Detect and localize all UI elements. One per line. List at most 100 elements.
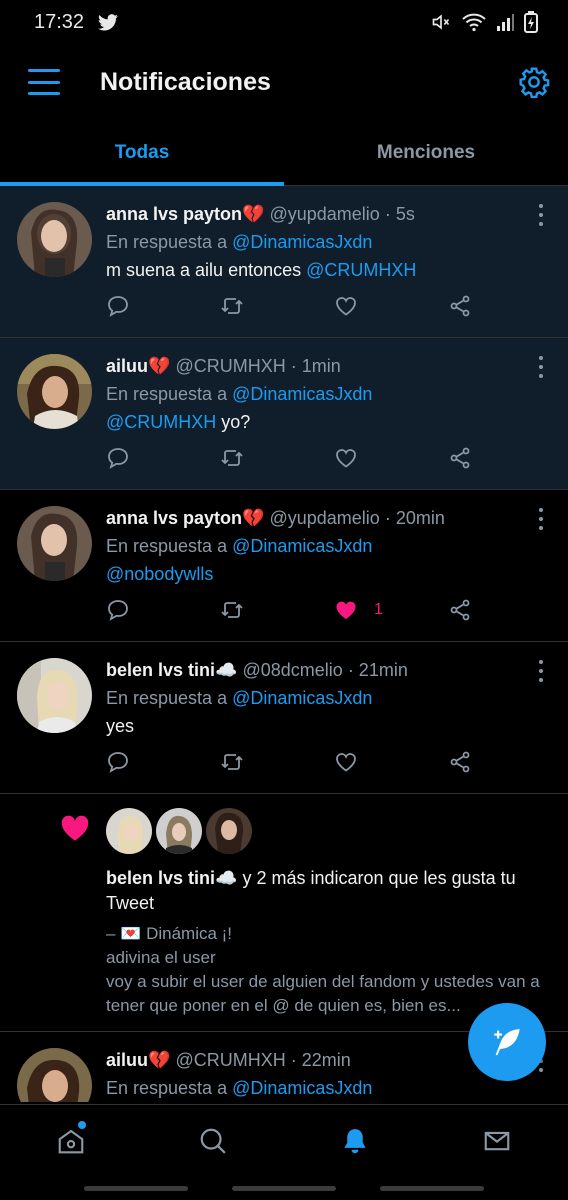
- reply-to-mention[interactable]: @DinamicasJxdn: [232, 232, 372, 252]
- retweet-button[interactable]: [220, 749, 334, 775]
- retweet-icon: [221, 298, 243, 314]
- more-options-icon[interactable]: [536, 660, 546, 682]
- share-button[interactable]: [448, 445, 472, 471]
- reply-to-mention[interactable]: @DinamicasJxdn: [232, 384, 372, 404]
- like-button[interactable]: [334, 749, 448, 775]
- app-header: Notificaciones: [0, 44, 568, 120]
- system-navigation-bar: [0, 1176, 568, 1200]
- avatar[interactable]: [17, 506, 92, 581]
- hamburger-menu-icon[interactable]: [28, 69, 60, 95]
- like-notification[interactable]: belen lvs tini☁️ y 2 más indicaron que l…: [0, 794, 568, 1032]
- author-emoji: 💔: [242, 204, 265, 224]
- reply-context: En respuesta a @DinamicasJxdn: [106, 1074, 548, 1102]
- like-button[interactable]: 1: [334, 597, 448, 623]
- like-button[interactable]: [334, 445, 448, 471]
- share-icon: [450, 599, 470, 621]
- reply-button[interactable]: [106, 445, 220, 471]
- reply-to-mention[interactable]: @DinamicasJxdn: [232, 688, 372, 708]
- notifications-feed[interactable]: anna lvs payton💔 @yupdamelio · 5s En res…: [0, 186, 568, 1102]
- author-handle: @CRUMHXH: [175, 356, 286, 376]
- preview-line: adivina el user: [106, 948, 216, 967]
- retweet-button[interactable]: [220, 445, 334, 471]
- reply-button[interactable]: [106, 293, 220, 319]
- tweet-actions: [106, 293, 548, 319]
- tweet-time: · 20min: [384, 508, 445, 528]
- reply-icon: [108, 752, 128, 773]
- tweet-item[interactable]: belen lvs tini☁️ @08dcmelio · 21min En r…: [0, 642, 568, 794]
- reply-icon: [108, 448, 128, 469]
- status-bar: 17:32: [0, 0, 568, 44]
- author-name[interactable]: belen lvs tini: [106, 868, 215, 888]
- gear-icon[interactable]: [518, 66, 550, 98]
- reply-button[interactable]: [106, 749, 220, 775]
- retweet-icon: [221, 450, 243, 466]
- tweet-actions: [106, 749, 548, 775]
- author-handle: @yupdamelio: [269, 204, 380, 224]
- tweet-header: belen lvs tini☁️ @08dcmelio · 21min: [106, 658, 548, 682]
- reply-prefix: En respuesta a: [106, 384, 228, 404]
- like-button[interactable]: [334, 293, 448, 319]
- author-name[interactable]: anna lvs payton: [106, 508, 242, 528]
- tweet-time: · 22min: [290, 1050, 351, 1070]
- heart-outline-icon: [336, 297, 356, 316]
- author-name[interactable]: belen lvs tini: [106, 660, 215, 680]
- retweet-icon: [221, 754, 243, 770]
- heart-outline-icon: [336, 753, 356, 772]
- like-notification-title: belen lvs tini☁️ y 2 más indicaron que l…: [106, 866, 548, 916]
- share-button[interactable]: [448, 597, 472, 623]
- reply-to-mention[interactable]: @DinamicasJxdn: [232, 536, 372, 556]
- author-name[interactable]: ailuu: [106, 1050, 148, 1070]
- tweet-time: · 21min: [347, 660, 408, 680]
- reply-to-mention[interactable]: @DinamicasJxdn: [232, 1078, 372, 1098]
- tweet-mention[interactable]: @CRUMHXH: [106, 412, 216, 432]
- reply-context: En respuesta a @DinamicasJxdn: [106, 532, 548, 560]
- mute-icon: [432, 14, 450, 30]
- nav-home[interactable]: [0, 1105, 142, 1176]
- likers-avatars: [106, 808, 548, 854]
- share-button[interactable]: [448, 749, 472, 775]
- tweet-actions: [106, 445, 548, 471]
- author-name[interactable]: anna lvs payton: [106, 204, 242, 224]
- more-options-icon[interactable]: [536, 356, 546, 378]
- avatar[interactable]: [206, 808, 252, 854]
- more-options-icon[interactable]: [536, 204, 546, 226]
- reply-icon: [108, 296, 128, 317]
- author-handle: @yupdamelio: [269, 508, 380, 528]
- page-title: Notificaciones: [100, 67, 271, 96]
- nav-notifications[interactable]: [284, 1105, 426, 1176]
- tweet-item[interactable]: anna lvs payton💔 @yupdamelio · 20min En …: [0, 490, 568, 642]
- compose-tweet-button[interactable]: [468, 1003, 546, 1081]
- tweet-text-body: m suena a ailu entonces: [106, 260, 302, 280]
- tweet-header: anna lvs payton💔 @yupdamelio · 20min: [106, 506, 548, 530]
- share-button[interactable]: [448, 293, 472, 319]
- tweet-time: · 5s: [384, 204, 415, 224]
- tweet-mention[interactable]: @nobodywlls: [106, 564, 213, 584]
- avatar[interactable]: [17, 202, 92, 277]
- avatar[interactable]: [17, 354, 92, 429]
- tweet-item[interactable]: ailuu💔 @CRUMHXH · 1min En respuesta a @D…: [0, 338, 568, 490]
- like-count: 1: [374, 601, 383, 618]
- tweet-text: @CRUMHXH yo?: [106, 408, 548, 436]
- retweet-button[interactable]: [220, 293, 334, 319]
- tab-todas[interactable]: Todas: [0, 120, 284, 186]
- tweet-text: m suena a ailu entonces @CRUMHXH: [106, 256, 548, 284]
- tweet-item[interactable]: anna lvs payton💔 @yupdamelio · 5s En res…: [0, 186, 568, 338]
- notification-tabs: Todas Menciones: [0, 120, 568, 186]
- nav-search[interactable]: [142, 1105, 284, 1176]
- bell-icon: [344, 1128, 366, 1153]
- more-options-icon[interactable]: [536, 508, 546, 530]
- new-content-dot: [78, 1121, 86, 1129]
- nav-messages[interactable]: [426, 1105, 568, 1176]
- tweet-actions: 1: [106, 597, 548, 623]
- tweet-mention[interactable]: @CRUMHXH: [306, 260, 416, 280]
- avatar[interactable]: [106, 808, 152, 854]
- author-emoji: 💔: [242, 508, 265, 528]
- retweet-button[interactable]: [220, 597, 334, 623]
- reply-button[interactable]: [106, 597, 220, 623]
- author-handle: @CRUMHXH: [175, 1050, 286, 1070]
- tab-menciones[interactable]: Menciones: [284, 120, 568, 185]
- avatar[interactable]: [17, 1048, 92, 1102]
- avatar[interactable]: [17, 658, 92, 733]
- author-name[interactable]: ailuu: [106, 356, 148, 376]
- avatar[interactable]: [156, 808, 202, 854]
